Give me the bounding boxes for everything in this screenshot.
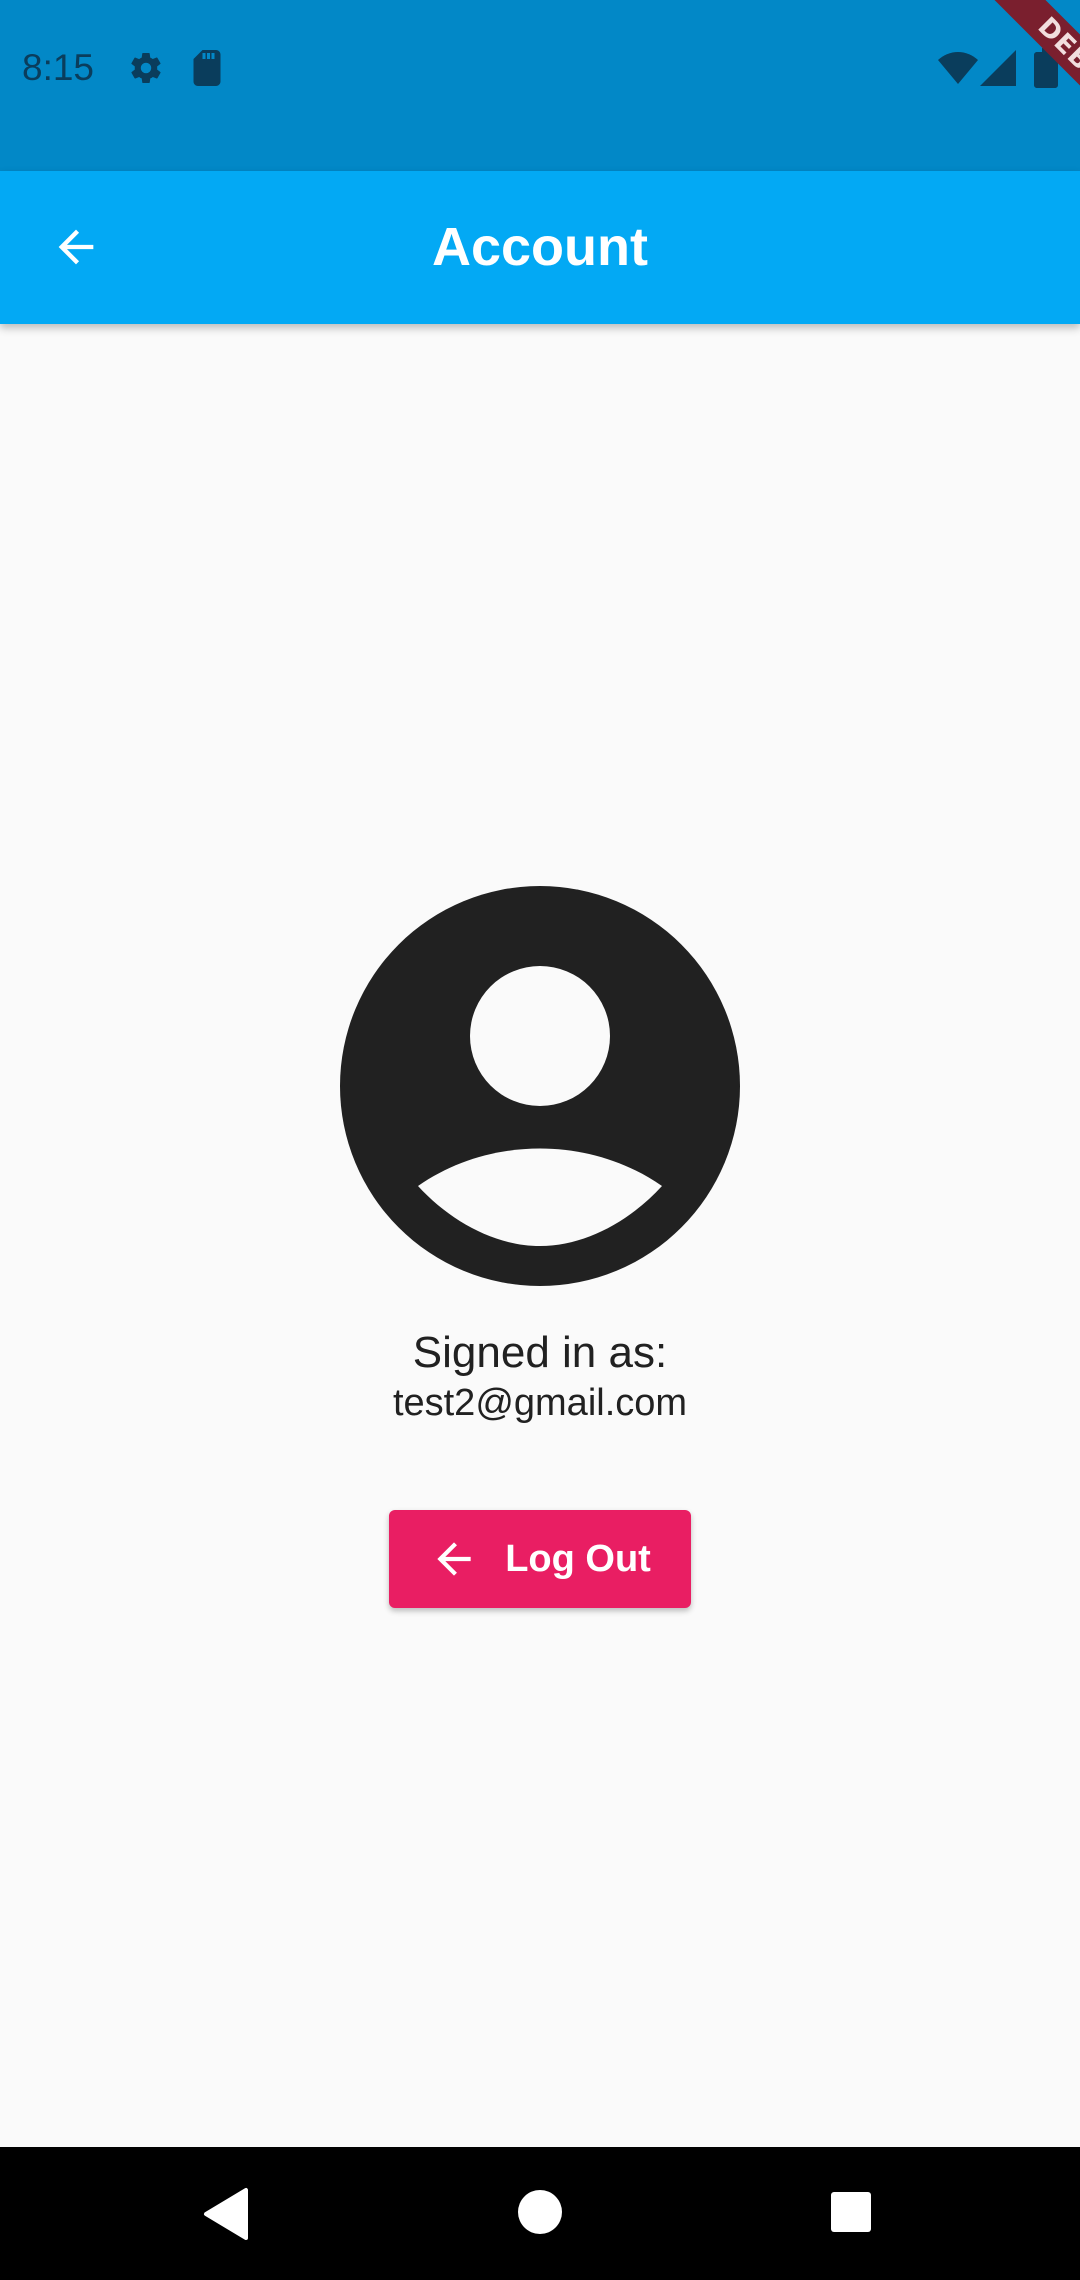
home-circle-icon[interactable]: [515, 2187, 565, 2237]
signed-in-label: Signed in as:: [412, 1328, 668, 1377]
user-email: test2@gmail.com: [392, 1382, 688, 1424]
debug-label: DEBUG: [975, 0, 1080, 160]
arrow-left-icon: [58, 229, 94, 265]
recents-square-icon[interactable]: [830, 2191, 872, 2233]
logout-label: Log Out: [505, 1537, 651, 1580]
back-triangle-icon[interactable]: [200, 2187, 252, 2241]
status-time: 8:15: [22, 47, 95, 88]
account-circle-icon: [340, 886, 740, 1286]
page-title: Account: [432, 217, 648, 277]
logout-button[interactable]: Log Out: [389, 1510, 691, 1608]
app-bar: Account: [0, 171, 1080, 324]
navigation-bar: [0, 2147, 1080, 2280]
back-button[interactable]: [36, 211, 116, 283]
status-bar: 8:15: [0, 0, 1080, 171]
arrow-left-icon: [437, 1542, 471, 1576]
sd-card-icon: [193, 50, 221, 86]
gear-icon: [131, 52, 161, 84]
debug-banner: DEBUG: [920, 0, 1080, 160]
